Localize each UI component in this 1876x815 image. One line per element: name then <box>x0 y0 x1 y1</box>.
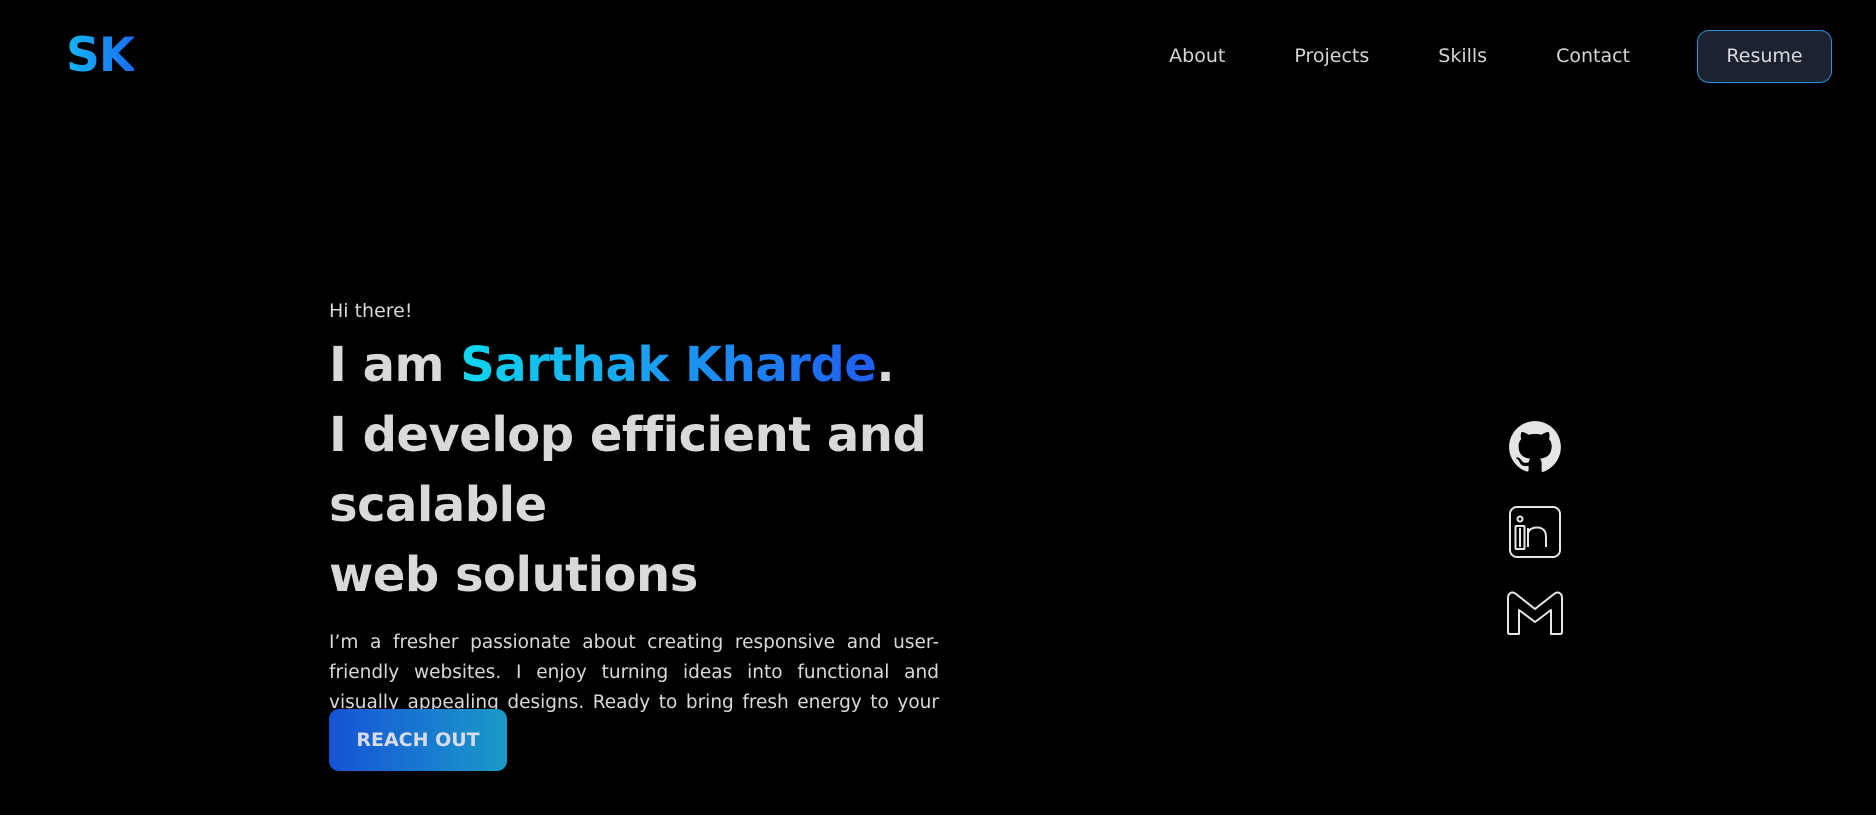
hero-name: Sarthak Kharde <box>460 337 877 393</box>
nav-projects[interactable]: Projects <box>1294 45 1369 67</box>
page: SK About Projects Skills Contact Resume … <box>0 0 1876 815</box>
linkedin-link[interactable] <box>1502 504 1568 564</box>
social-links <box>1502 420 1568 672</box>
resume-button[interactable]: Resume <box>1697 29 1832 83</box>
hero-headline: I am Sarthak Kharde. I develop efficient… <box>329 330 1129 610</box>
nav-contact[interactable]: Contact <box>1556 45 1630 67</box>
hero-section: Hi there! I am Sarthak Kharde. I develop… <box>329 296 1129 748</box>
gmail-link[interactable] <box>1502 588 1568 648</box>
tagline-line-1: I develop efficient and scalable <box>329 407 927 533</box>
github-icon <box>1502 420 1568 474</box>
nav-about[interactable]: About <box>1169 45 1225 67</box>
github-link[interactable] <box>1502 420 1568 480</box>
intro-suffix: . <box>876 337 895 393</box>
nav-skills[interactable]: Skills <box>1438 45 1487 67</box>
reach-out-button[interactable]: REACH OUT <box>329 709 507 771</box>
linkedin-icon <box>1502 504 1568 560</box>
logo[interactable]: SK <box>66 30 135 82</box>
gmail-icon <box>1502 588 1568 636</box>
top-nav: About Projects Skills Contact Resume <box>1169 28 1832 84</box>
tagline-line-2: web solutions <box>329 547 698 603</box>
intro-prefix: I am <box>329 337 461 393</box>
greeting: Hi there! <box>329 300 413 322</box>
